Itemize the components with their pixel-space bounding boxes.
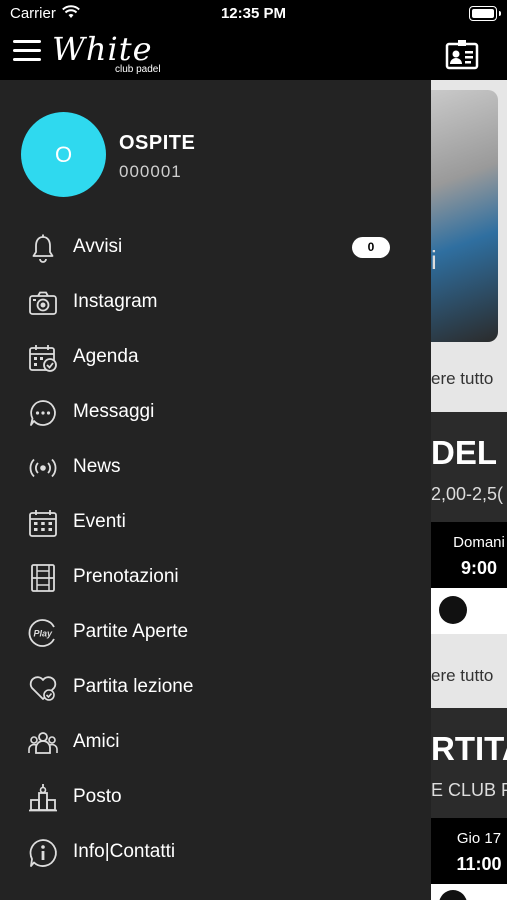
background-card: DEL 2,00-2,5( Domani 9:00 bbox=[431, 412, 507, 634]
menu-item-amici[interactable]: Amici bbox=[0, 715, 431, 770]
see-all-link: ere tutto bbox=[431, 666, 494, 685]
background-card: RTITA E CLUB P Gio 17 11:00 bbox=[431, 708, 507, 900]
background-player-avatar bbox=[439, 890, 467, 900]
heart-icon bbox=[29, 676, 57, 701]
bell-icon bbox=[32, 234, 54, 263]
calendar-grid-icon bbox=[29, 510, 57, 537]
app-logo: White club padel bbox=[52, 30, 161, 75]
background-card-header: DEL 2,00-2,5( bbox=[431, 412, 507, 522]
see-all-link: ere tutto bbox=[431, 369, 494, 388]
menu-label: Instagram bbox=[73, 291, 158, 312]
background-card-title: DEL bbox=[431, 434, 497, 471]
user-code: 000001 bbox=[119, 162, 182, 181]
play-icon: Play bbox=[28, 619, 55, 647]
logo-text: White bbox=[52, 30, 153, 68]
battery-icon bbox=[469, 6, 501, 21]
camera-icon bbox=[29, 291, 57, 315]
menu-item-avvisi[interactable]: Avvisi 0 bbox=[0, 220, 431, 275]
info-icon bbox=[29, 839, 57, 867]
menu-item-prenotazioni[interactable]: Prenotazioni bbox=[0, 550, 431, 605]
background-card-header: RTITA E CLUB P bbox=[431, 708, 507, 818]
menu-label: Messaggi bbox=[73, 401, 155, 422]
menu-label: Eventi bbox=[73, 511, 126, 532]
top-navigation-bar: White club padel bbox=[0, 28, 507, 80]
featured-image bbox=[431, 90, 498, 342]
hamburger-menu-icon[interactable] bbox=[13, 40, 41, 62]
venue-icon bbox=[29, 784, 57, 812]
menu-label: Partita lezione bbox=[73, 676, 194, 697]
broadcast-icon bbox=[29, 458, 57, 478]
menu-item-info-contatti[interactable]: Info|Contatti bbox=[0, 825, 431, 880]
background-card-day: Gio 17 bbox=[456, 830, 502, 847]
menu-label: Agenda bbox=[73, 346, 139, 367]
background-card-price: 2,00-2,5( bbox=[431, 484, 504, 504]
background-card-slot: Gio 17 11:00 bbox=[431, 818, 507, 884]
friends-icon bbox=[28, 732, 58, 754]
background-card-slot: Domani 9:00 bbox=[431, 522, 507, 588]
menu-item-agenda[interactable]: Agenda bbox=[0, 330, 431, 385]
menu-label: Prenotazioni bbox=[73, 566, 179, 587]
menu-item-instagram[interactable]: Instagram bbox=[0, 275, 431, 330]
membership-card-icon[interactable] bbox=[445, 38, 479, 70]
notification-count-badge: 0 bbox=[352, 237, 390, 258]
menu-item-partita-lezione[interactable]: Partita lezione bbox=[0, 660, 431, 715]
clock: 12:35 PM bbox=[220, 5, 287, 22]
background-card-time: 11:00 bbox=[456, 854, 502, 874]
menu-label: Info|Contatti bbox=[73, 841, 176, 862]
court-icon bbox=[31, 564, 55, 592]
background-card-subtitle: E CLUB P bbox=[431, 780, 507, 800]
svg-text:Play: Play bbox=[34, 629, 54, 639]
menu-label: Posto bbox=[73, 786, 122, 807]
background-content: i ere tutto DEL 2,00-2,5( Domani 9:00 er… bbox=[431, 80, 507, 900]
menu-item-news[interactable]: News bbox=[0, 440, 431, 495]
background-card-time: 9:00 bbox=[460, 558, 498, 578]
avatar-initial: O bbox=[54, 142, 73, 167]
chat-bubble-icon bbox=[30, 400, 56, 426]
status-bar: Carrier 12:35 PM bbox=[0, 0, 507, 28]
side-drawer: O OSPITE 000001 Avvisi 0 Instagram Agend… bbox=[0, 80, 431, 900]
menu-label: Amici bbox=[73, 731, 120, 752]
menu-label: Avvisi bbox=[73, 236, 123, 257]
featured-image-text: i bbox=[431, 245, 437, 275]
background-card-title: RTITA bbox=[431, 730, 507, 767]
menu-item-eventi[interactable]: Eventi bbox=[0, 495, 431, 550]
logo-subtext: club padel bbox=[115, 64, 161, 75]
background-player-avatar bbox=[439, 596, 467, 624]
menu-item-posto[interactable]: Posto bbox=[0, 770, 431, 825]
menu-label: News bbox=[73, 456, 121, 477]
calendar-check-icon bbox=[29, 345, 57, 372]
menu-label: Partite Aperte bbox=[73, 621, 189, 642]
background-card-day: Domani bbox=[453, 534, 505, 551]
user-name: OSPITE bbox=[119, 132, 196, 154]
avatar[interactable]: O bbox=[21, 112, 106, 197]
menu-item-messaggi[interactable]: Messaggi bbox=[0, 385, 431, 440]
menu-item-partite-aperte[interactable]: Play Partite Aperte bbox=[0, 605, 431, 660]
